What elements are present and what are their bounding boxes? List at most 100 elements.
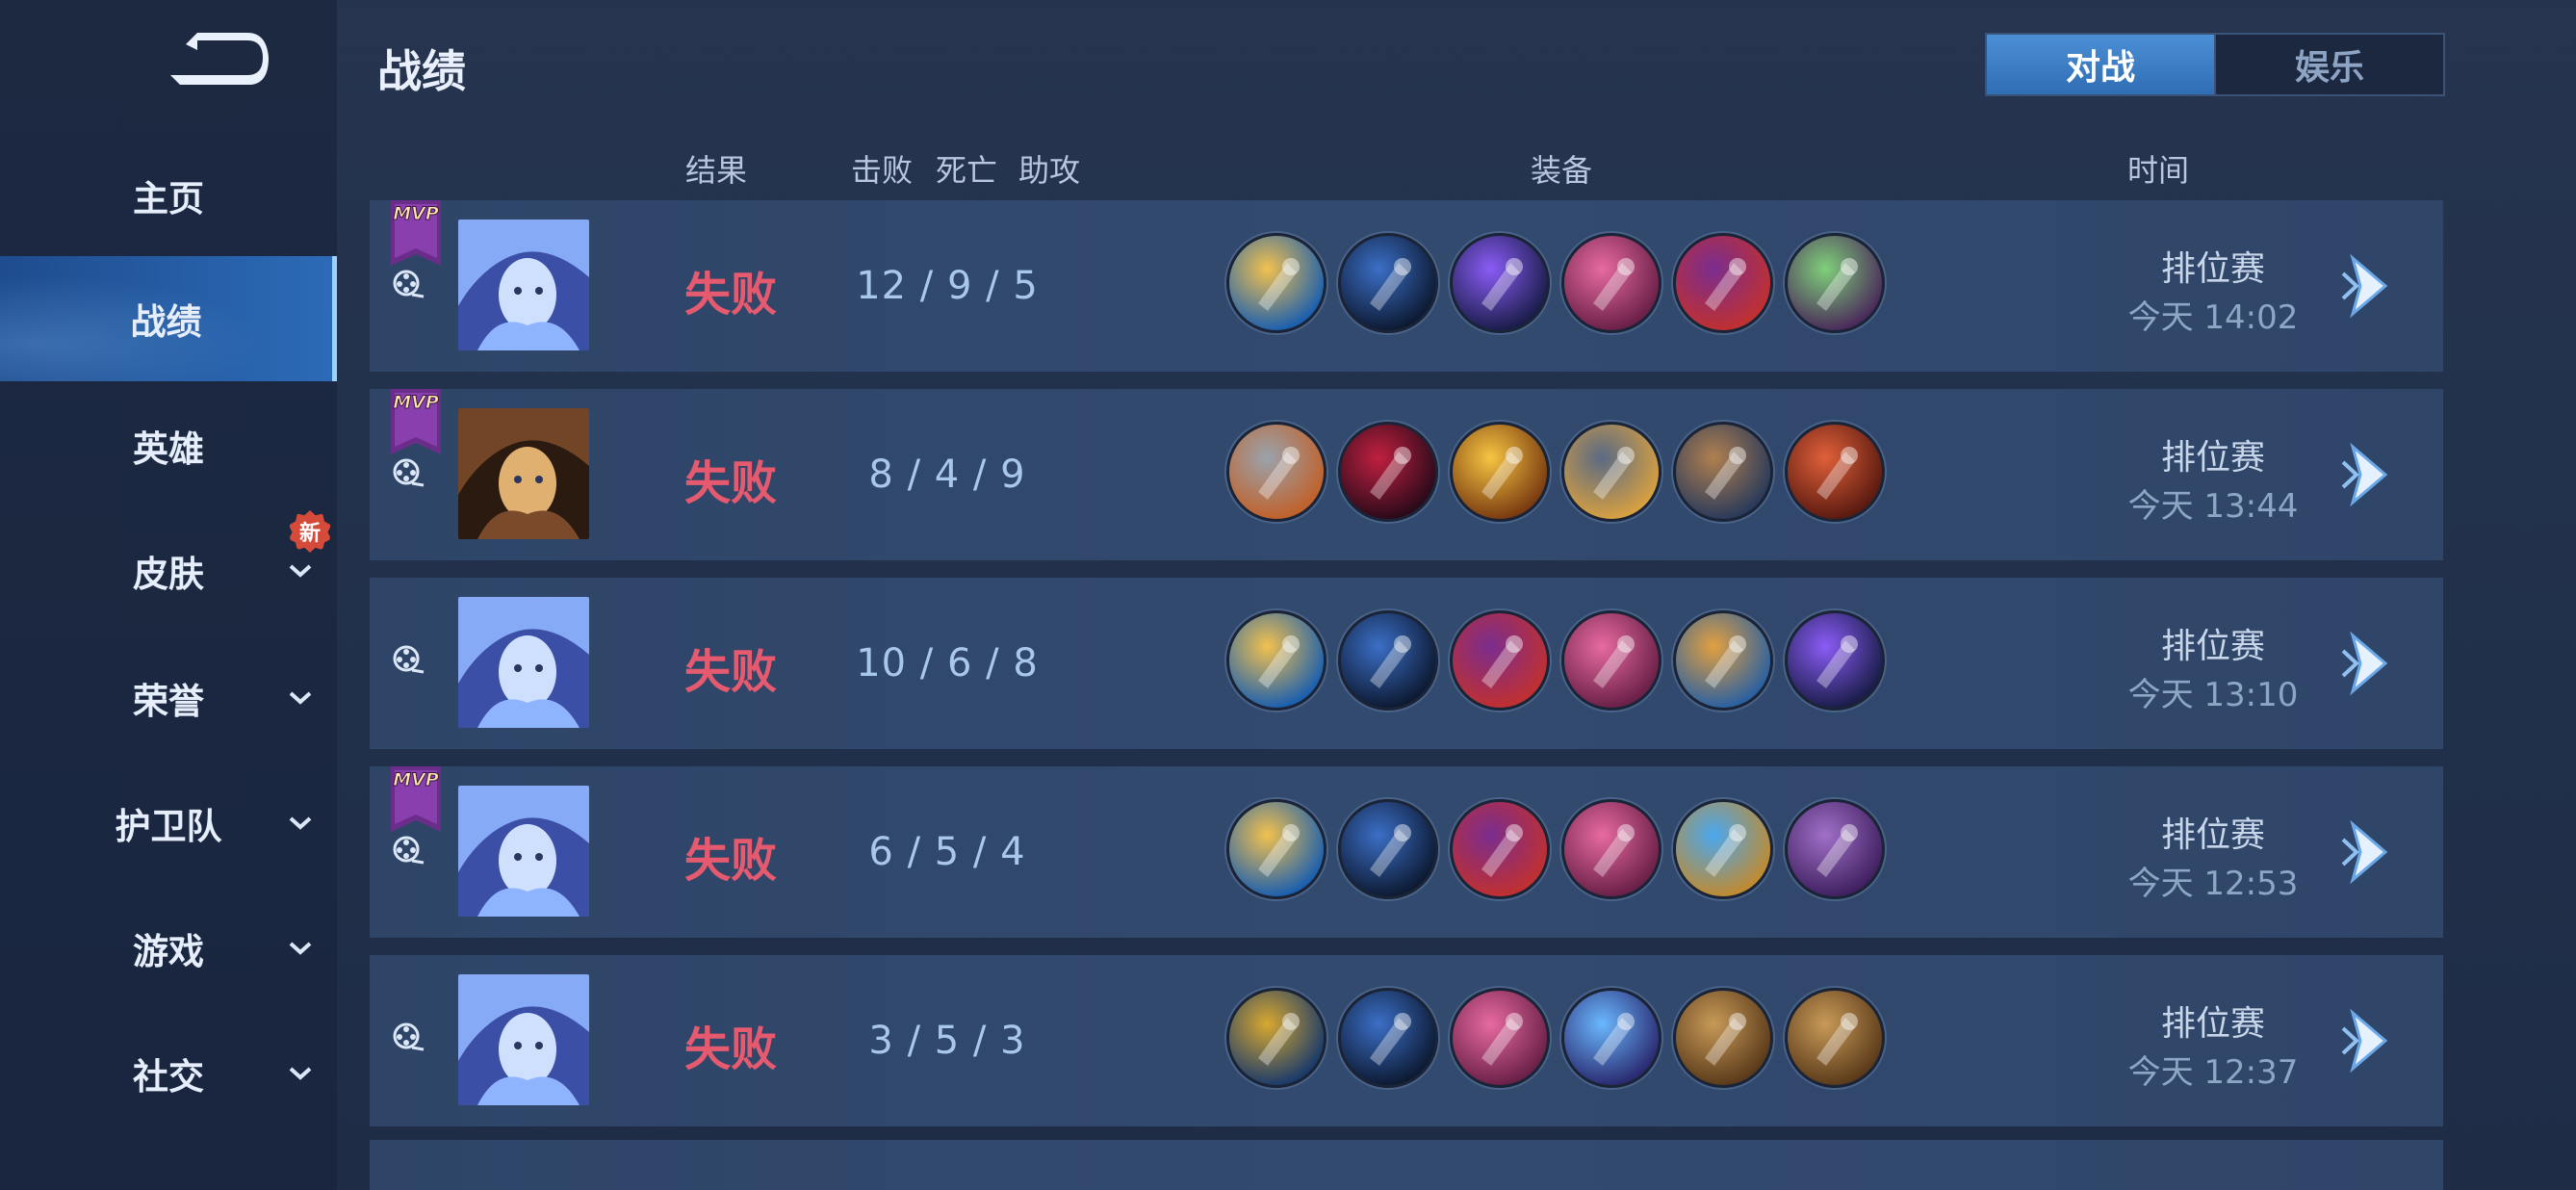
column-header-result: 结果 <box>685 152 748 189</box>
gauntlet-icon <box>1673 422 1773 522</box>
sidebar-item-label: 英雄 <box>133 428 204 470</box>
match-time: 今天 13:44 <box>2127 487 2299 526</box>
chevron-down-icon <box>281 929 320 968</box>
column-header-assists: 助攻 <box>1018 152 1081 189</box>
red-blade-icon <box>1338 422 1438 522</box>
kda-score: 6 / 5 / 4 <box>868 830 1026 874</box>
sidebar-item-game[interactable]: 游戏 <box>0 886 337 1011</box>
chevron-down-icon <box>281 552 320 590</box>
chevron-down-icon <box>281 679 320 717</box>
chevron-down-icon <box>281 804 320 842</box>
wooden-shield-icon <box>1673 988 1773 1088</box>
kda-score: 12 / 9 / 5 <box>856 264 1039 308</box>
chevron-right-icon[interactable] <box>2339 631 2397 696</box>
chevron-right-icon[interactable] <box>2339 442 2397 507</box>
orb-staff-icon <box>1673 799 1773 899</box>
purple-wand-icon <box>1450 233 1550 333</box>
hero-avatar <box>458 597 589 728</box>
sidebar-item-label: 战绩 <box>130 301 202 343</box>
witch-hat-icon <box>1450 610 1550 711</box>
blue-crystal-icon <box>1561 988 1662 1088</box>
witch-hat-icon <box>1450 799 1550 899</box>
sidebar-item-label: 主页 <box>133 178 204 220</box>
equipment-list <box>1226 422 1885 522</box>
sidebar-item-heroes[interactable]: 英雄 <box>0 383 337 508</box>
red-spear-icon <box>1785 422 1885 522</box>
gold-scroll-icon <box>1226 988 1327 1088</box>
sidebar-item-home[interactable]: 主页 <box>0 133 337 258</box>
table-row-partial[interactable] <box>370 1140 2443 1190</box>
sidebar-item-skins[interactable]: 皮肤 <box>0 508 337 634</box>
equipment-list <box>1226 799 1885 899</box>
tab-battle[interactable]: 对战 <box>1987 35 2216 94</box>
svg-text:MVP: MVP <box>393 769 439 790</box>
purple-tome-icon <box>1785 799 1885 899</box>
table-row[interactable]: MVP 失败 6 / 5 / 4 排位赛 今天 12:53 <box>370 766 2443 938</box>
match-mode: 排位赛 <box>2160 1004 2265 1044</box>
replay-icon[interactable] <box>391 456 425 491</box>
pink-spellbook-icon <box>1561 799 1662 899</box>
sidebar: 主页 战绩 英雄 皮肤 荣誉 护卫队 游戏 社交 新 <box>0 0 337 1190</box>
blue-boots-icon <box>1338 233 1438 333</box>
gold-staff-icon <box>1226 233 1327 333</box>
svg-text:MVP: MVP <box>393 392 439 413</box>
match-mode: 排位赛 <box>2160 627 2265 666</box>
table-row[interactable]: MVP 失败 12 / 9 / 5 排位赛 今天 14:02 <box>370 200 2443 372</box>
page-title: 战绩 <box>377 45 466 97</box>
chevron-right-icon[interactable] <box>2339 1008 2397 1074</box>
table-row[interactable]: 失败 3 / 5 / 3 排位赛 今天 12:37 <box>370 955 2443 1126</box>
equipment-list <box>1226 988 1885 1088</box>
kda-score: 10 / 6 / 8 <box>856 641 1039 686</box>
column-header-time: 时间 <box>2127 152 2190 189</box>
replay-icon[interactable] <box>391 1021 425 1055</box>
match-time: 今天 12:37 <box>2127 1053 2299 1092</box>
purple-wand-icon <box>1785 610 1885 711</box>
equipment-list <box>1226 233 1885 333</box>
blue-boots-icon <box>1338 799 1438 899</box>
hero-avatar <box>458 220 589 350</box>
pink-spellbook-icon <box>1561 233 1662 333</box>
replay-icon[interactable] <box>391 643 425 678</box>
kda-score: 3 / 5 / 3 <box>868 1019 1026 1063</box>
svg-text:MVP: MVP <box>393 203 439 224</box>
table-row[interactable]: MVP 失败 8 / 4 / 9 排位赛 今天 13:44 <box>370 389 2443 560</box>
pink-spellbook-icon <box>1450 988 1550 1088</box>
gold-staff-icon <box>1226 799 1327 899</box>
column-header-equipment: 装备 <box>1531 152 1593 189</box>
sidebar-item-guard-team[interactable]: 护卫队 <box>0 761 337 886</box>
hero-avatar <box>458 408 589 539</box>
witch-hat-icon <box>1673 233 1773 333</box>
dark-armor-icon <box>1561 422 1662 522</box>
chevron-down-icon <box>281 1054 320 1093</box>
wooden-shield-icon <box>1785 988 1885 1088</box>
table-row[interactable]: 失败 10 / 6 / 8 排位赛 今天 13:10 <box>370 578 2443 749</box>
mvp-badge: MVP <box>389 389 443 458</box>
chevron-right-icon[interactable] <box>2339 253 2397 319</box>
sidebar-item-label: 荣誉 <box>133 681 204 722</box>
back-icon[interactable] <box>159 29 270 96</box>
mvp-badge: MVP <box>389 766 443 836</box>
sidebar-item-records[interactable]: 战绩 <box>0 256 337 381</box>
sidebar-item-label: 皮肤 <box>133 554 204 595</box>
sidebar-item-social[interactable]: 社交 <box>0 1011 337 1136</box>
gold-staff-icon <box>1226 610 1327 711</box>
kda-score: 8 / 4 / 9 <box>868 453 1026 497</box>
pink-spellbook-icon <box>1561 610 1662 711</box>
equipment-list <box>1226 610 1885 711</box>
blue-boots-icon <box>1338 610 1438 711</box>
match-mode: 排位赛 <box>2160 438 2265 478</box>
sidebar-item-label: 护卫队 <box>115 806 222 847</box>
match-time: 今天 13:10 <box>2127 676 2299 714</box>
match-time: 今天 14:02 <box>2127 298 2299 337</box>
replay-icon[interactable] <box>391 834 425 868</box>
gem-scepter-icon <box>1673 610 1773 711</box>
replay-icon[interactable] <box>391 268 425 302</box>
sidebar-item-honor[interactable]: 荣誉 <box>0 635 337 761</box>
hero-avatar <box>458 786 589 917</box>
column-header-deaths: 死亡 <box>936 152 998 189</box>
tab-entertainment[interactable]: 娱乐 <box>2216 35 2443 94</box>
chevron-right-icon[interactable] <box>2339 819 2397 885</box>
mode-tabs: 对战 娱乐 <box>1985 33 2445 96</box>
armored-boots-icon <box>1226 422 1327 522</box>
mvp-badge: MVP <box>389 200 443 270</box>
